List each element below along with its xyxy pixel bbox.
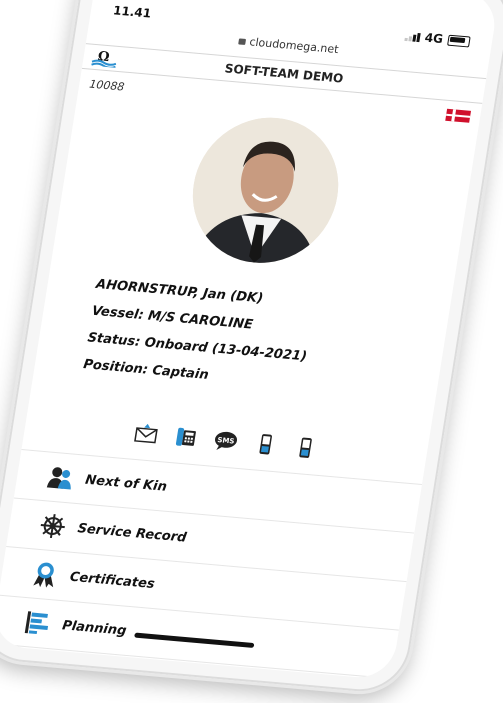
status-time: 11.41	[112, 3, 153, 21]
lock-icon	[238, 38, 246, 45]
crew-menu: Next of Kin Service Record Certificates …	[0, 449, 423, 681]
app-title: SOFT-TEAM DEMO	[223, 61, 345, 86]
crew-id: 10088	[88, 77, 126, 94]
menu-item-label: Next of Kin	[84, 472, 168, 495]
planning-chart-icon	[24, 611, 49, 635]
denmark-flag-icon	[445, 108, 472, 123]
phone-book-icon[interactable]	[172, 424, 200, 450]
signal-icon	[404, 31, 421, 43]
crew-info: AHORNSTRUP, Jan (DK) Vessel: M/S CAROLIN…	[80, 277, 430, 413]
ship-wheel-icon	[40, 514, 65, 538]
menu-item-label: Certificates	[68, 569, 156, 592]
people-icon	[46, 467, 71, 490]
phone-screen: 11.41 4G cloudomega.net Ω SOFT-TEAM DEMO…	[0, 0, 500, 681]
battery-icon	[447, 34, 471, 47]
email-icon[interactable]	[132, 421, 160, 447]
svg-text:SMS: SMS	[217, 436, 235, 445]
menu-item-label: Service Record	[76, 520, 188, 546]
network-label: 4G	[423, 30, 445, 47]
status-indicators: 4G	[404, 29, 471, 49]
omega-logo-icon[interactable]: Ω	[90, 48, 119, 68]
menu-item-label: Planning	[61, 617, 128, 639]
award-ribbon-icon	[33, 562, 54, 588]
sms-icon[interactable]: SMS	[212, 428, 240, 454]
phone-frame: 11.41 4G cloudomega.net Ω SOFT-TEAM DEMO…	[0, 0, 503, 696]
mobile-phone-icon[interactable]	[252, 431, 280, 457]
mobile-phone-icon[interactable]	[292, 435, 320, 461]
profile-photo	[182, 111, 349, 269]
